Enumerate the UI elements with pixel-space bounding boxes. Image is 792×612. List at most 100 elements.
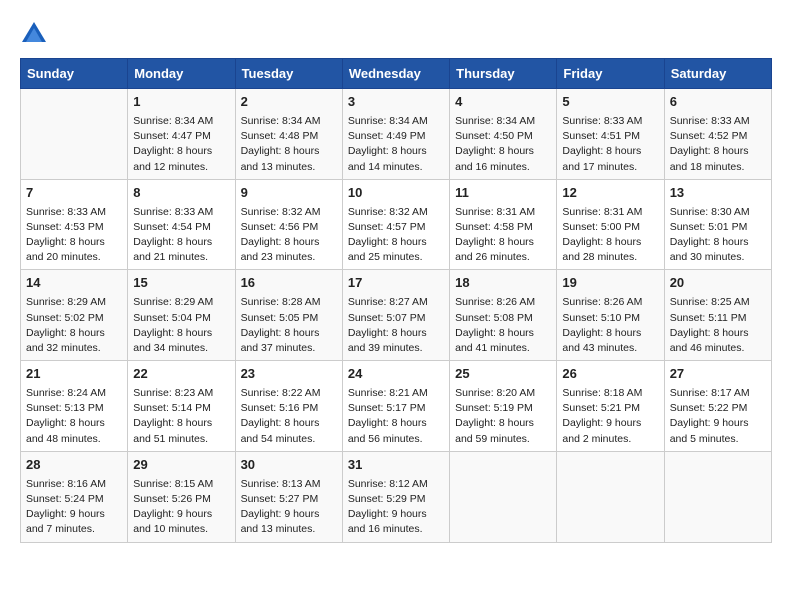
day-info: Sunrise: 8:23 AM Sunset: 5:14 PM Dayligh… xyxy=(133,386,229,447)
day-number: 11 xyxy=(455,184,551,203)
day-info: Sunrise: 8:18 AM Sunset: 5:21 PM Dayligh… xyxy=(562,386,658,447)
day-info: Sunrise: 8:20 AM Sunset: 5:19 PM Dayligh… xyxy=(455,386,551,447)
day-number: 17 xyxy=(348,274,444,293)
calendar-cell: 1 Sunrise: 8:34 AM Sunset: 4:47 PM Daylig… xyxy=(128,89,235,180)
day-info: Sunrise: 8:32 AM Sunset: 4:56 PM Dayligh… xyxy=(241,205,337,266)
week-row-3: 14 Sunrise: 8:29 AM Sunset: 5:02 PM Dayli… xyxy=(21,270,772,361)
day-number: 18 xyxy=(455,274,551,293)
calendar-cell: 20 Sunrise: 8:25 AM Sunset: 5:11 PM Dayli… xyxy=(664,270,771,361)
day-info: Sunrise: 8:24 AM Sunset: 5:13 PM Dayligh… xyxy=(26,386,122,447)
day-number: 20 xyxy=(670,274,766,293)
day-info: Sunrise: 8:22 AM Sunset: 5:16 PM Dayligh… xyxy=(241,386,337,447)
calendar-cell: 27Sunrise: 8:17 AM Sunset: 5:22 PM Dayli… xyxy=(664,361,771,452)
calendar-cell: 23 Sunrise: 8:22 AM Sunset: 5:16 PM Dayli… xyxy=(235,361,342,452)
day-info: Sunrise: 8:34 AM Sunset: 4:49 PM Dayligh… xyxy=(348,114,444,175)
header-cell-monday: Monday xyxy=(128,59,235,89)
calendar-cell: 26Sunrise: 8:18 AM Sunset: 5:21 PM Dayli… xyxy=(557,361,664,452)
day-number: 12 xyxy=(562,184,658,203)
day-number: 14 xyxy=(26,274,122,293)
calendar-cell xyxy=(21,89,128,180)
day-info: Sunrise: 8:21 AM Sunset: 5:17 PM Dayligh… xyxy=(348,386,444,447)
day-number: 24 xyxy=(348,365,444,384)
day-info: Sunrise: 8:34 AM Sunset: 4:47 PM Dayligh… xyxy=(133,114,229,175)
calendar-cell: 6 Sunrise: 8:33 AM Sunset: 4:52 PM Daylig… xyxy=(664,89,771,180)
day-number: 31 xyxy=(348,456,444,475)
week-row-1: 1 Sunrise: 8:34 AM Sunset: 4:47 PM Daylig… xyxy=(21,89,772,180)
day-number: 3 xyxy=(348,93,444,112)
day-info: Sunrise: 8:30 AM Sunset: 5:01 PM Dayligh… xyxy=(670,205,766,266)
calendar-body: 1 Sunrise: 8:34 AM Sunset: 4:47 PM Daylig… xyxy=(21,89,772,543)
day-number: 10 xyxy=(348,184,444,203)
calendar-cell: 19 Sunrise: 8:26 AM Sunset: 5:10 PM Dayli… xyxy=(557,270,664,361)
day-info: Sunrise: 8:34 AM Sunset: 4:48 PM Dayligh… xyxy=(241,114,337,175)
day-info: Sunrise: 8:28 AM Sunset: 5:05 PM Dayligh… xyxy=(241,295,337,356)
calendar-cell: 21 Sunrise: 8:24 AM Sunset: 5:13 PM Dayli… xyxy=(21,361,128,452)
calendar-cell: 13 Sunrise: 8:30 AM Sunset: 5:01 PM Dayli… xyxy=(664,179,771,270)
day-info: Sunrise: 8:12 AM Sunset: 5:29 PM Dayligh… xyxy=(348,477,444,538)
day-info: Sunrise: 8:32 AM Sunset: 4:57 PM Dayligh… xyxy=(348,205,444,266)
day-number: 29 xyxy=(133,456,229,475)
calendar-header: SundayMondayTuesdayWednesdayThursdayFrid… xyxy=(21,59,772,89)
day-number: 16 xyxy=(241,274,337,293)
week-row-2: 7Sunrise: 8:33 AM Sunset: 4:53 PM Daylig… xyxy=(21,179,772,270)
day-info: Sunrise: 8:33 AM Sunset: 4:51 PM Dayligh… xyxy=(562,114,658,175)
day-info: Sunrise: 8:34 AM Sunset: 4:50 PM Dayligh… xyxy=(455,114,551,175)
day-number: 21 xyxy=(26,365,122,384)
header-row: SundayMondayTuesdayWednesdayThursdayFrid… xyxy=(21,59,772,89)
day-info: Sunrise: 8:25 AM Sunset: 5:11 PM Dayligh… xyxy=(670,295,766,356)
day-number: 25 xyxy=(455,365,551,384)
day-number: 5 xyxy=(562,93,658,112)
day-number: 9 xyxy=(241,184,337,203)
calendar-cell: 28 Sunrise: 8:16 AM Sunset: 5:24 PM Dayli… xyxy=(21,451,128,542)
day-number: 13 xyxy=(670,184,766,203)
day-info: Sunrise: 8:29 AM Sunset: 5:02 PM Dayligh… xyxy=(26,295,122,356)
calendar-cell: 12Sunrise: 8:31 AM Sunset: 5:00 PM Dayli… xyxy=(557,179,664,270)
calendar-cell: 8 Sunrise: 8:33 AM Sunset: 4:54 PM Daylig… xyxy=(128,179,235,270)
day-info: Sunrise: 8:16 AM Sunset: 5:24 PM Dayligh… xyxy=(26,477,122,538)
calendar-cell: 15Sunrise: 8:29 AM Sunset: 5:04 PM Dayli… xyxy=(128,270,235,361)
day-info: Sunrise: 8:26 AM Sunset: 5:10 PM Dayligh… xyxy=(562,295,658,356)
header-cell-sunday: Sunday xyxy=(21,59,128,89)
calendar-cell: 29Sunrise: 8:15 AM Sunset: 5:26 PM Dayli… xyxy=(128,451,235,542)
day-info: Sunrise: 8:29 AM Sunset: 5:04 PM Dayligh… xyxy=(133,295,229,356)
calendar-cell: 7Sunrise: 8:33 AM Sunset: 4:53 PM Daylig… xyxy=(21,179,128,270)
day-info: Sunrise: 8:13 AM Sunset: 5:27 PM Dayligh… xyxy=(241,477,337,538)
day-number: 1 xyxy=(133,93,229,112)
header-cell-friday: Friday xyxy=(557,59,664,89)
calendar-cell xyxy=(557,451,664,542)
day-info: Sunrise: 8:33 AM Sunset: 4:52 PM Dayligh… xyxy=(670,114,766,175)
calendar-cell: 31 Sunrise: 8:12 AM Sunset: 5:29 PM Dayli… xyxy=(342,451,449,542)
day-number: 28 xyxy=(26,456,122,475)
header-cell-wednesday: Wednesday xyxy=(342,59,449,89)
day-number: 7 xyxy=(26,184,122,203)
calendar-cell: 22Sunrise: 8:23 AM Sunset: 5:14 PM Dayli… xyxy=(128,361,235,452)
day-number: 6 xyxy=(670,93,766,112)
calendar-cell: 14 Sunrise: 8:29 AM Sunset: 5:02 PM Dayli… xyxy=(21,270,128,361)
day-number: 8 xyxy=(133,184,229,203)
day-info: Sunrise: 8:17 AM Sunset: 5:22 PM Dayligh… xyxy=(670,386,766,447)
day-number: 2 xyxy=(241,93,337,112)
day-info: Sunrise: 8:33 AM Sunset: 4:54 PM Dayligh… xyxy=(133,205,229,266)
calendar-cell: 2 Sunrise: 8:34 AM Sunset: 4:48 PM Daylig… xyxy=(235,89,342,180)
page-header xyxy=(20,20,772,48)
day-number: 23 xyxy=(241,365,337,384)
calendar-cell: 9 Sunrise: 8:32 AM Sunset: 4:56 PM Daylig… xyxy=(235,179,342,270)
day-info: Sunrise: 8:26 AM Sunset: 5:08 PM Dayligh… xyxy=(455,295,551,356)
header-cell-thursday: Thursday xyxy=(450,59,557,89)
calendar-table: SundayMondayTuesdayWednesdayThursdayFrid… xyxy=(20,58,772,543)
calendar-cell: 24 Sunrise: 8:21 AM Sunset: 5:17 PM Dayli… xyxy=(342,361,449,452)
header-cell-tuesday: Tuesday xyxy=(235,59,342,89)
header-cell-saturday: Saturday xyxy=(664,59,771,89)
logo-icon xyxy=(20,20,48,48)
calendar-cell: 10 Sunrise: 8:32 AM Sunset: 4:57 PM Dayli… xyxy=(342,179,449,270)
day-number: 4 xyxy=(455,93,551,112)
day-number: 30 xyxy=(241,456,337,475)
week-row-5: 28 Sunrise: 8:16 AM Sunset: 5:24 PM Dayli… xyxy=(21,451,772,542)
logo xyxy=(20,20,52,48)
calendar-cell xyxy=(664,451,771,542)
calendar-cell: 30 Sunrise: 8:13 AM Sunset: 5:27 PM Dayli… xyxy=(235,451,342,542)
calendar-cell: 16 Sunrise: 8:28 AM Sunset: 5:05 PM Dayli… xyxy=(235,270,342,361)
day-number: 19 xyxy=(562,274,658,293)
calendar-cell: 4 Sunrise: 8:34 AM Sunset: 4:50 PM Daylig… xyxy=(450,89,557,180)
calendar-cell: 17Sunrise: 8:27 AM Sunset: 5:07 PM Dayli… xyxy=(342,270,449,361)
